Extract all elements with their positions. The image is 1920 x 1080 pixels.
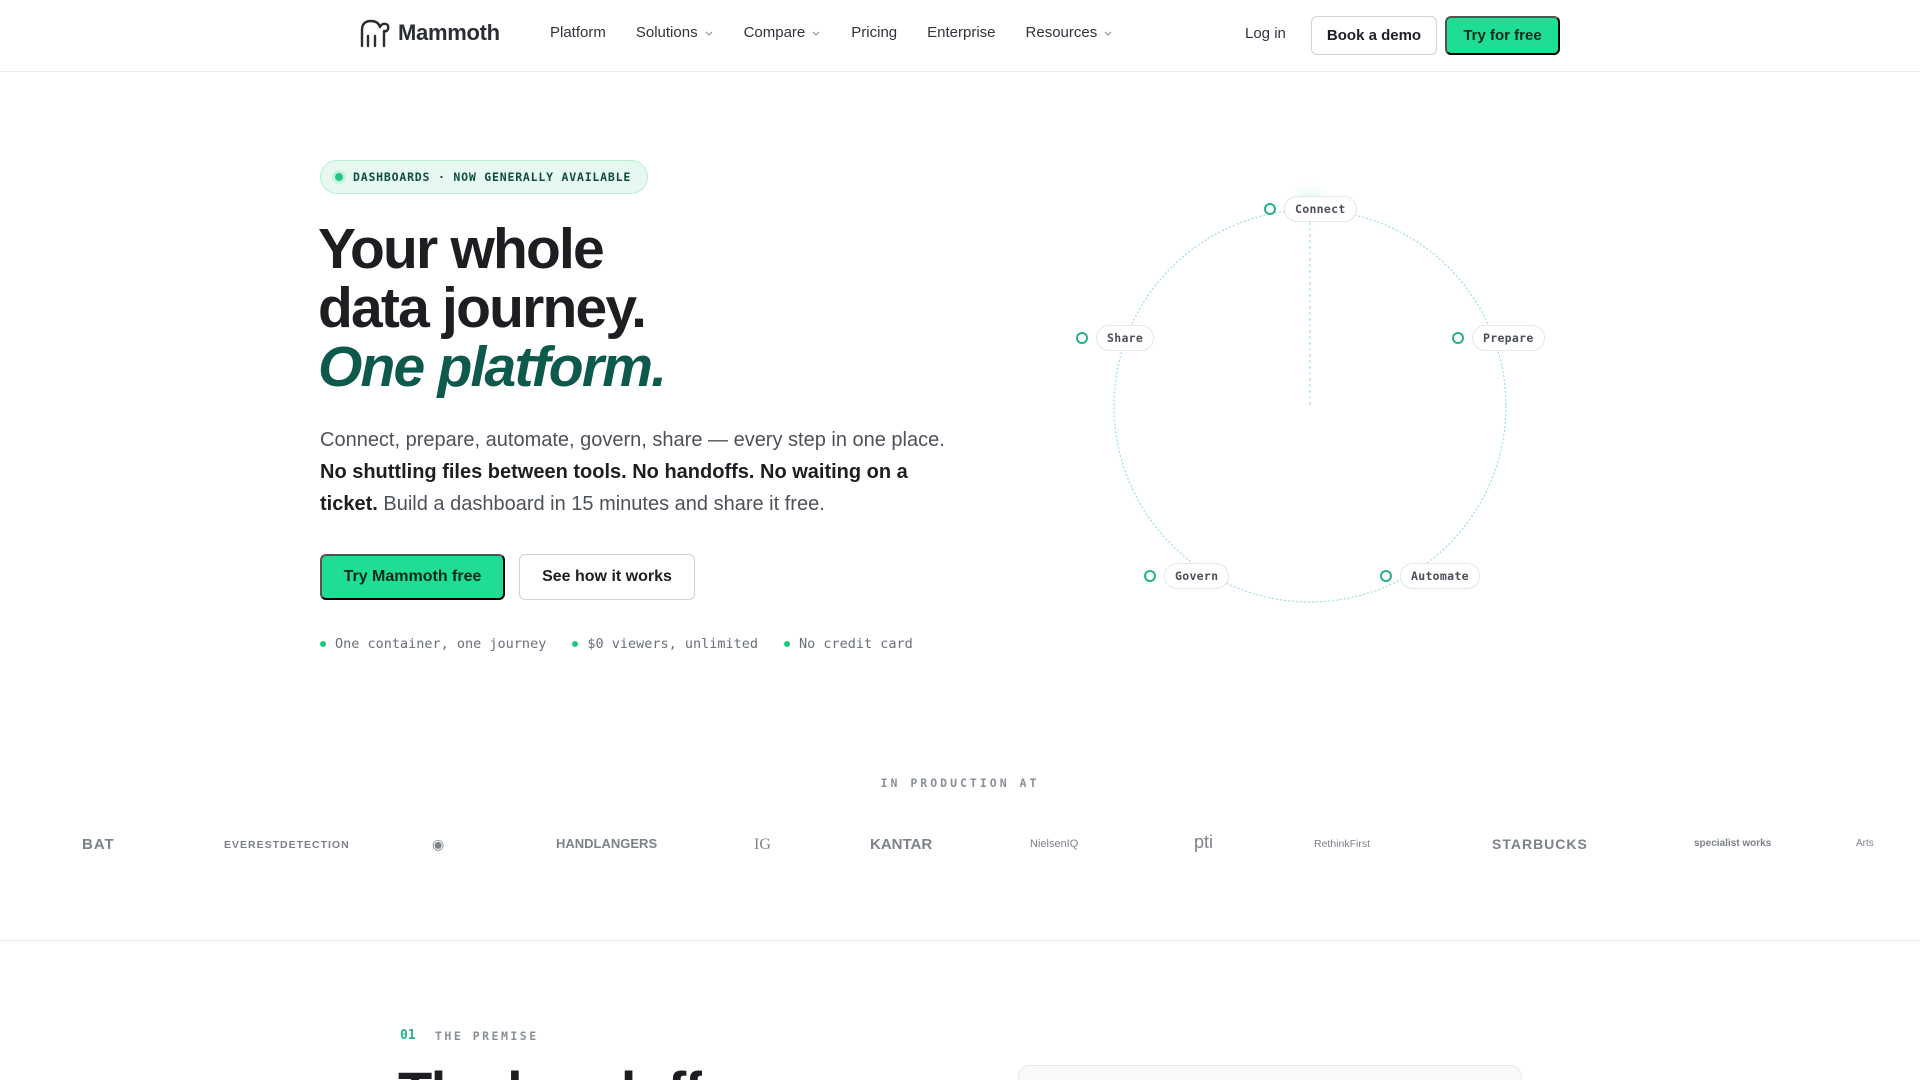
node-govern[interactable]: Govern (1144, 563, 1230, 589)
logo-ig: IG (754, 836, 771, 853)
logo-nielseniq: NielsenIQ (1030, 838, 1079, 850)
login-link[interactable]: Log in (1245, 25, 1286, 42)
section-label: THE PREMISE (435, 1029, 539, 1043)
see-how-it-works-button[interactable]: See how it works (519, 554, 695, 600)
nav-enterprise[interactable]: Enterprise (927, 24, 995, 41)
chevron-down-icon (812, 31, 820, 36)
logo-rethinkfirst: RethinkFirst (1314, 838, 1371, 850)
nav-enterprise-label: Enterprise (927, 24, 996, 41)
chevron-down-icon (705, 31, 713, 36)
headline-accent: One platform. (318, 335, 667, 399)
bullet-dot-icon (784, 641, 791, 647)
headline-line-1: Your whole (318, 217, 605, 281)
customer-logos: BAT EVERESTDETECTION ◉ HANDLANGERS IG KA… (0, 826, 1920, 866)
nav-pricing[interactable]: Pricing (851, 24, 897, 41)
section-divider (0, 940, 1920, 941)
section-title: The handoff (398, 1062, 702, 1080)
check-item: No credit card (784, 636, 913, 652)
try-free-button[interactable]: Try for free (1445, 16, 1560, 55)
node-automate[interactable]: Automate (1380, 563, 1480, 589)
brand-logo[interactable]: Mammoth (358, 16, 500, 50)
hero-headline: Your whole data journey. One platform. (318, 217, 667, 399)
node-ring-icon (1380, 570, 1392, 582)
logo-bat: BAT (82, 836, 115, 853)
check-label: One container, one journey (335, 636, 547, 652)
announcement-badge[interactable]: DASHBOARDS · NOW GENERALLY AVAILABLE (320, 160, 649, 194)
logo-arts: Arts (1856, 838, 1874, 849)
logo-pti: pti (1194, 832, 1214, 852)
nav-pricing-label: Pricing (851, 24, 898, 41)
logo-kantar: KANTAR (870, 836, 933, 853)
logo-handlangers: HANDLANGERS (556, 836, 658, 851)
lede-part-1: Connect, prepare, automate, govern, shar… (320, 429, 945, 451)
journey-diagram: Connect Prepare Automate Govern Share (1060, 180, 1620, 620)
lede-part-2: Build a dashboard in 15 minutes and shar… (377, 493, 825, 515)
section-number: 01 (400, 1028, 416, 1043)
bullet-dot-icon (572, 641, 579, 647)
book-demo-button[interactable]: Book a demo (1311, 16, 1437, 55)
nav-compare[interactable]: Compare (744, 24, 822, 41)
node-label: Automate (1400, 563, 1480, 589)
node-ring-icon (1452, 332, 1464, 344)
nav-resources-label: Resources (1025, 24, 1098, 41)
node-ring-icon (1076, 332, 1088, 344)
node-label: Govern (1164, 563, 1230, 589)
chevron-down-icon (1104, 31, 1112, 36)
feature-checks: One container, one journey $0 viewers, u… (320, 636, 913, 652)
node-label: Prepare (1472, 325, 1545, 351)
customers-label: IN PRODUCTION AT (880, 776, 1040, 790)
check-item: $0 viewers, unlimited (572, 636, 758, 652)
journey-circle (1113, 180, 1507, 603)
top-nav: Mammoth Platform Solutions Compare Prici… (0, 0, 1920, 72)
nav-platform-label: Platform (550, 24, 606, 41)
nav-solutions[interactable]: Solutions (636, 24, 714, 41)
nav-solutions-label: Solutions (635, 24, 698, 41)
eye-logo-icon: ◉ (432, 836, 445, 852)
check-item: One container, one journey (320, 636, 546, 652)
bullet-dot-icon (320, 641, 326, 647)
nav-platform[interactable]: Platform (550, 24, 606, 41)
premise-card (1018, 1065, 1522, 1080)
node-label: Connect (1284, 196, 1357, 222)
check-label: $0 viewers, unlimited (587, 636, 759, 652)
status-dot-icon (335, 173, 343, 181)
headline-line-2: data journey. (318, 276, 647, 340)
nav-resources[interactable]: Resources (1026, 24, 1114, 41)
main-menu: Platform Solutions Compare Pricing Enter… (550, 24, 1113, 41)
node-connect[interactable]: Connect (1264, 196, 1357, 222)
nav-compare-label: Compare (743, 24, 806, 41)
brand-name: Mammoth (398, 20, 500, 45)
logo-starbucks: STARBUCKS (1492, 836, 1588, 852)
mammoth-logo-icon (360, 19, 390, 48)
hero-description: Connect, prepare, automate, govern, shar… (320, 424, 960, 520)
logo-everest: EVERESTDETECTION (224, 839, 350, 851)
try-mammoth-free-button[interactable]: Try Mammoth free (320, 554, 505, 600)
node-prepare[interactable]: Prepare (1452, 325, 1545, 351)
node-share[interactable]: Share (1076, 325, 1155, 351)
logo-specialist-works: specialist works (1694, 838, 1772, 849)
node-ring-icon (1144, 570, 1156, 582)
badge-text: DASHBOARDS · NOW GENERALLY AVAILABLE (353, 170, 632, 184)
check-label: No credit card (799, 636, 913, 652)
node-label: Share (1096, 325, 1155, 351)
node-ring-icon (1264, 203, 1276, 215)
